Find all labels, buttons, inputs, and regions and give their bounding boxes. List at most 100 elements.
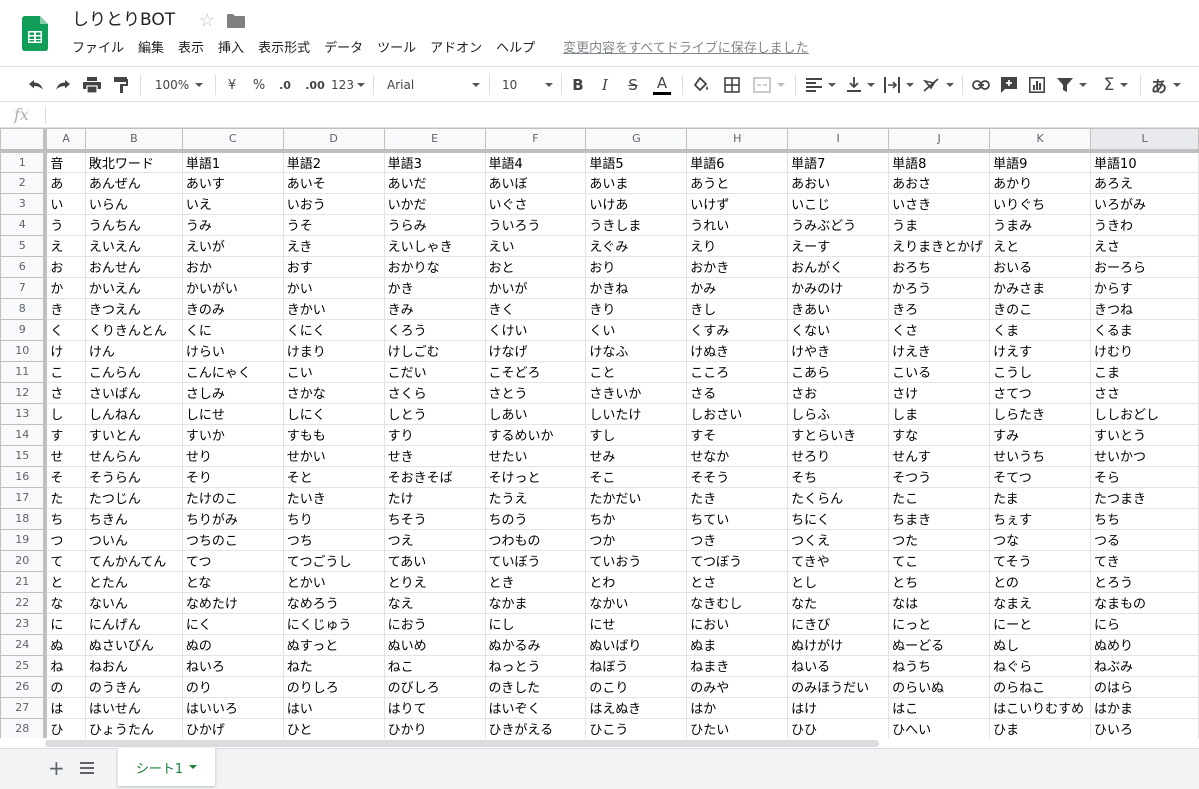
cell-g22[interactable]: なかい	[585, 591, 688, 614]
bold-button[interactable]: B	[567, 73, 589, 97]
cell-l2[interactable]: あろえ	[1090, 171, 1199, 194]
cell-i11[interactable]: こあら	[787, 360, 890, 383]
cell-f18[interactable]: ちのう	[484, 507, 587, 530]
cell-g1[interactable]: 単語5	[585, 150, 688, 173]
cell-e6[interactable]: おかりな	[383, 255, 486, 278]
cell-l16[interactable]: そら	[1090, 465, 1199, 488]
cell-l4[interactable]: うきわ	[1090, 213, 1199, 236]
borders-button[interactable]	[720, 73, 744, 97]
cell-k2[interactable]: あかり	[989, 171, 1092, 194]
cell-h19[interactable]: つき	[686, 528, 789, 551]
cell-f11[interactable]: こそどろ	[484, 360, 587, 383]
cell-a2[interactable]: あ	[44, 171, 86, 194]
cell-j6[interactable]: おろち	[888, 255, 991, 278]
cell-d12[interactable]: さかな	[282, 381, 385, 404]
cell-f2[interactable]: あいぼ	[484, 171, 587, 194]
cell-b27[interactable]: はいせん	[84, 696, 183, 719]
cell-a18[interactable]: ち	[44, 507, 86, 530]
cell-a4[interactable]: う	[44, 213, 86, 236]
cell-e3[interactable]: いかだ	[383, 192, 486, 215]
cell-g4[interactable]: うきしま	[585, 213, 688, 236]
cell-a24[interactable]: ぬ	[44, 633, 86, 656]
cell-d27[interactable]: はい	[282, 696, 385, 719]
print-button[interactable]	[80, 73, 104, 97]
cell-f28[interactable]: ひきがえる	[484, 717, 587, 738]
cell-g2[interactable]: あいま	[585, 171, 688, 194]
cell-j3[interactable]: いさき	[888, 192, 991, 215]
cell-a28[interactable]: ひ	[44, 717, 86, 738]
cell-d21[interactable]: とかい	[282, 570, 385, 593]
cell-d15[interactable]: せかい	[282, 444, 385, 467]
cell-g11[interactable]: こと	[585, 360, 688, 383]
cell-e27[interactable]: はりて	[383, 696, 486, 719]
cell-e26[interactable]: のびしろ	[383, 675, 486, 698]
cell-c15[interactable]: せり	[181, 444, 284, 467]
cell-l6[interactable]: おーろら	[1090, 255, 1199, 278]
column-header-k[interactable]: K	[989, 128, 1092, 153]
cell-k16[interactable]: そてつ	[989, 465, 1092, 488]
menu-edit[interactable]: 編集	[138, 38, 171, 60]
increase-decimal-button[interactable]: .00	[302, 73, 328, 97]
formula-input[interactable]	[52, 102, 1192, 127]
font-family-select[interactable]: Arial	[382, 73, 480, 97]
cell-j9[interactable]: くさ	[888, 318, 991, 341]
cell-g3[interactable]: いけあ	[585, 192, 688, 215]
cell-k26[interactable]: のらねこ	[989, 675, 1092, 698]
row-header[interactable]: 21	[0, 570, 48, 593]
row-header[interactable]: 24	[0, 633, 48, 656]
cell-l23[interactable]: にら	[1090, 612, 1199, 635]
cell-i28[interactable]: ひひ	[787, 717, 890, 738]
cell-d22[interactable]: なめろう	[282, 591, 385, 614]
cell-b1[interactable]: 敗北ワード	[84, 150, 183, 173]
cell-d24[interactable]: ぬすっと	[282, 633, 385, 656]
row-header[interactable]: 8	[0, 297, 48, 320]
row-header[interactable]: 23	[0, 612, 48, 635]
cell-g17[interactable]: たかだい	[585, 486, 688, 509]
cell-a9[interactable]: く	[44, 318, 86, 341]
cell-d3[interactable]: いおう	[282, 192, 385, 215]
cell-c22[interactable]: なめたけ	[181, 591, 284, 614]
cell-g13[interactable]: しいたけ	[585, 402, 688, 425]
cell-a26[interactable]: の	[44, 675, 86, 698]
menu-file[interactable]: ファイル	[72, 38, 131, 60]
all-sheets-icon[interactable]	[80, 761, 94, 775]
cell-b7[interactable]: かいえん	[84, 276, 183, 299]
insert-chart-button[interactable]	[1025, 73, 1049, 97]
cell-f10[interactable]: けなげ	[484, 339, 587, 362]
cell-g7[interactable]: かきね	[585, 276, 688, 299]
select-all-corner[interactable]	[0, 128, 48, 153]
cell-d26[interactable]: のりしろ	[282, 675, 385, 698]
text-color-button[interactable]: A	[650, 73, 674, 97]
cell-e11[interactable]: こだい	[383, 360, 486, 383]
cell-e10[interactable]: けしごむ	[383, 339, 486, 362]
cell-g26[interactable]: のこり	[585, 675, 688, 698]
currency-format-button[interactable]: ¥	[222, 73, 242, 97]
cell-j23[interactable]: にっと	[888, 612, 991, 635]
insert-link-button[interactable]	[969, 73, 993, 97]
cell-e9[interactable]: くろう	[383, 318, 486, 341]
column-header-g[interactable]: G	[585, 128, 688, 153]
cell-e22[interactable]: なえ	[383, 591, 486, 614]
cell-k9[interactable]: くま	[989, 318, 1092, 341]
cell-d8[interactable]: きかい	[282, 297, 385, 320]
cell-c12[interactable]: さしみ	[181, 381, 284, 404]
cell-i20[interactable]: てきや	[787, 549, 890, 572]
cell-l28[interactable]: ひいろ	[1090, 717, 1199, 738]
column-header-a[interactable]: A	[44, 128, 86, 153]
cell-g15[interactable]: せみ	[585, 444, 688, 467]
cell-e28[interactable]: ひかり	[383, 717, 486, 738]
row-header[interactable]: 5	[0, 234, 48, 257]
cell-i13[interactable]: しらふ	[787, 402, 890, 425]
scrollbar-thumb[interactable]	[45, 740, 879, 747]
cell-j5[interactable]: えりまきとかげ	[888, 234, 991, 257]
cell-i2[interactable]: あおい	[787, 171, 890, 194]
cell-e8[interactable]: きみ	[383, 297, 486, 320]
cell-f8[interactable]: きく	[484, 297, 587, 320]
row-header[interactable]: 12	[0, 381, 48, 404]
cell-f9[interactable]: くけい	[484, 318, 587, 341]
cell-i9[interactable]: くない	[787, 318, 890, 341]
cell-d11[interactable]: こい	[282, 360, 385, 383]
cell-c18[interactable]: ちりがみ	[181, 507, 284, 530]
cell-i12[interactable]: さお	[787, 381, 890, 404]
cell-e19[interactable]: つえ	[383, 528, 486, 551]
